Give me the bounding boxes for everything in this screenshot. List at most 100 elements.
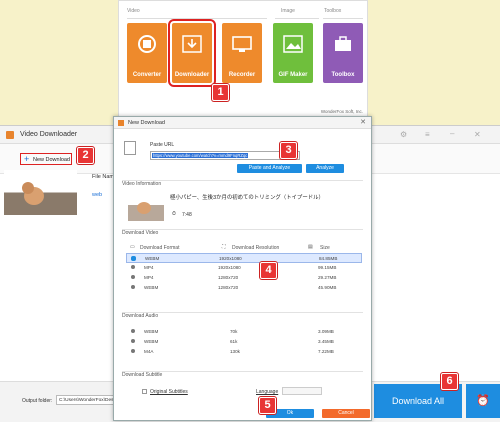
table-row[interactable]: WEBM 61k 3.45MB [126, 337, 362, 347]
gif-maker-tile[interactable]: GIF Maker [273, 23, 313, 83]
format-cell: WEBM [144, 285, 159, 290]
resolution-cell: 1920x1080 [218, 265, 241, 270]
alarm-icon[interactable]: ⏰ [466, 384, 500, 418]
dialog-title: New Download [128, 120, 165, 126]
language-label: Language [256, 389, 279, 395]
size-cell: 29.27MB [318, 275, 337, 280]
file-name-label: File Nam [92, 174, 115, 180]
radio-icon [131, 275, 135, 279]
table-row[interactable]: MP4 1920x1080 99.15MB [126, 263, 362, 273]
size-column-icon: ▤ [308, 244, 313, 250]
size-cell: 45.90MB [318, 285, 337, 290]
radio-icon [131, 285, 135, 289]
image-icon [283, 35, 303, 53]
format-header: Download Format [140, 245, 180, 251]
divider [323, 18, 363, 19]
video-thumbnail [4, 170, 77, 215]
section-video-label: Video [127, 8, 140, 14]
menu-icon[interactable]: ≡ [425, 130, 430, 139]
radio-icon [131, 265, 135, 269]
size-cell: 84.85MB [319, 256, 338, 261]
resolution-header: Download Resolution [232, 245, 280, 251]
cancel-label: Cancel [338, 410, 354, 416]
section-image-label: Image [281, 8, 295, 14]
output-folder-label: Output folder: [22, 398, 53, 404]
format-cell: MP4 [144, 265, 154, 270]
new-download-dialog: New Download ✕ Paste URL https://www.you… [113, 116, 372, 421]
close-icon[interactable]: ✕ [360, 117, 366, 129]
window-title: Video Downloader [20, 131, 78, 138]
downloader-tile[interactable]: Downloader [168, 19, 216, 87]
url-text: https://www.youtube.com/watch?v=mmd9FnqR… [152, 153, 249, 158]
output-folder-field[interactable]: C:\Users\WonderFox\Desk [56, 395, 116, 405]
size-cell: 3.09MB [318, 329, 334, 334]
close-icon[interactable]: ✕ [474, 130, 481, 139]
paste-and-analyze-label: Paste and Analyze [248, 165, 291, 171]
table-row[interactable]: M4A 130k 7.22MB [126, 347, 362, 357]
download-subtitle-label: Download Subtitle [122, 372, 163, 378]
radio-checked-icon [131, 256, 136, 261]
new-download-button[interactable]: + New Download [20, 153, 72, 165]
paste-and-analyze-button[interactable]: Paste and Analyze [237, 164, 302, 173]
analyze-button[interactable]: Analyze [306, 164, 344, 173]
download-audio-label: Download Audio [122, 313, 159, 319]
bitrate-cell: 61k [230, 339, 238, 344]
video-title: 極小パピー、生後3か月の初めてのトリミング（トイプードル） [170, 195, 324, 201]
paste-url-label: Paste URL [150, 142, 175, 148]
audio-table: WEBM 70k 3.09MB WEBM 61k 3.45MB M4A 130k… [126, 327, 362, 357]
format-column-icon: ▭ [130, 244, 135, 250]
cancel-button[interactable]: Cancel [322, 409, 370, 418]
format-cell: MP4 [144, 275, 154, 280]
recorder-tile[interactable]: Recorder [222, 23, 262, 83]
new-download-label: New Download [33, 157, 70, 163]
downloader-label: Downloader [174, 72, 210, 78]
resolution-cell: 1280x720 [218, 275, 239, 280]
app-icon [6, 131, 14, 139]
converter-label: Converter [132, 72, 162, 78]
recorder-icon [232, 36, 252, 52]
table-row[interactable]: MP4 1280x720 29.27MB [126, 273, 362, 283]
download-video-label: Download Video [122, 230, 159, 236]
duration: 7:48 [182, 212, 192, 218]
language-select[interactable] [282, 387, 322, 395]
step-badge: 4 [260, 262, 277, 279]
original-subtitles-checkbox[interactable] [142, 389, 147, 394]
original-subtitles-label: Original Subtitles [150, 389, 188, 395]
gif-maker-label: GIF Maker [278, 72, 308, 78]
ok-label: Ok [286, 410, 294, 416]
step-badge: 6 [441, 373, 458, 390]
format-cell: WEBM [144, 329, 159, 334]
format-cell: WEBM [145, 256, 160, 261]
table-row[interactable]: WEBM 1920x1080 84.85MB [126, 253, 362, 263]
plus-icon: + [24, 154, 30, 164]
size-cell: 7.22MB [318, 349, 334, 354]
minimize-icon[interactable]: – [450, 129, 454, 138]
file-name-value: web [92, 192, 103, 198]
settings-icon[interactable]: ⚙ [400, 130, 407, 139]
app-icon [118, 120, 124, 126]
format-cell: WEBM [144, 339, 159, 344]
table-row[interactable]: WEBM 1280x720 45.90MB [126, 283, 362, 293]
size-cell: 99.15MB [318, 265, 337, 270]
toolbox-icon [335, 36, 351, 51]
size-cell: 3.45MB [318, 339, 334, 344]
launcher-panel: Video Image Toolbox Converter Downloader… [118, 0, 368, 118]
radio-icon [131, 339, 135, 343]
url-input[interactable]: https://www.youtube.com/watch?v=mmd9FnqR… [150, 151, 300, 160]
footer-text: WonderFox Soft, Inc. [320, 109, 363, 114]
divider [122, 312, 363, 313]
divider [127, 18, 267, 19]
converter-tile[interactable]: Converter [127, 23, 167, 83]
resolution-column-icon: ⛶ [222, 244, 226, 250]
format-cell: M4A [144, 349, 154, 354]
section-toolbox-label: Toolbox [324, 8, 342, 14]
bitrate-cell: 70k [230, 329, 238, 334]
resolution-cell: 1920x1080 [219, 256, 242, 261]
step-badge: 1 [212, 84, 229, 101]
step-badge: 5 [259, 397, 276, 414]
puppy-image [128, 191, 164, 214]
clock-icon: ⏱ [172, 211, 176, 217]
video-table: ▭ Download Format ⛶ Download Resolution … [126, 242, 362, 293]
toolbox-tile[interactable]: Toolbox [323, 23, 363, 83]
table-row[interactable]: WEBM 70k 3.09MB [126, 327, 362, 337]
